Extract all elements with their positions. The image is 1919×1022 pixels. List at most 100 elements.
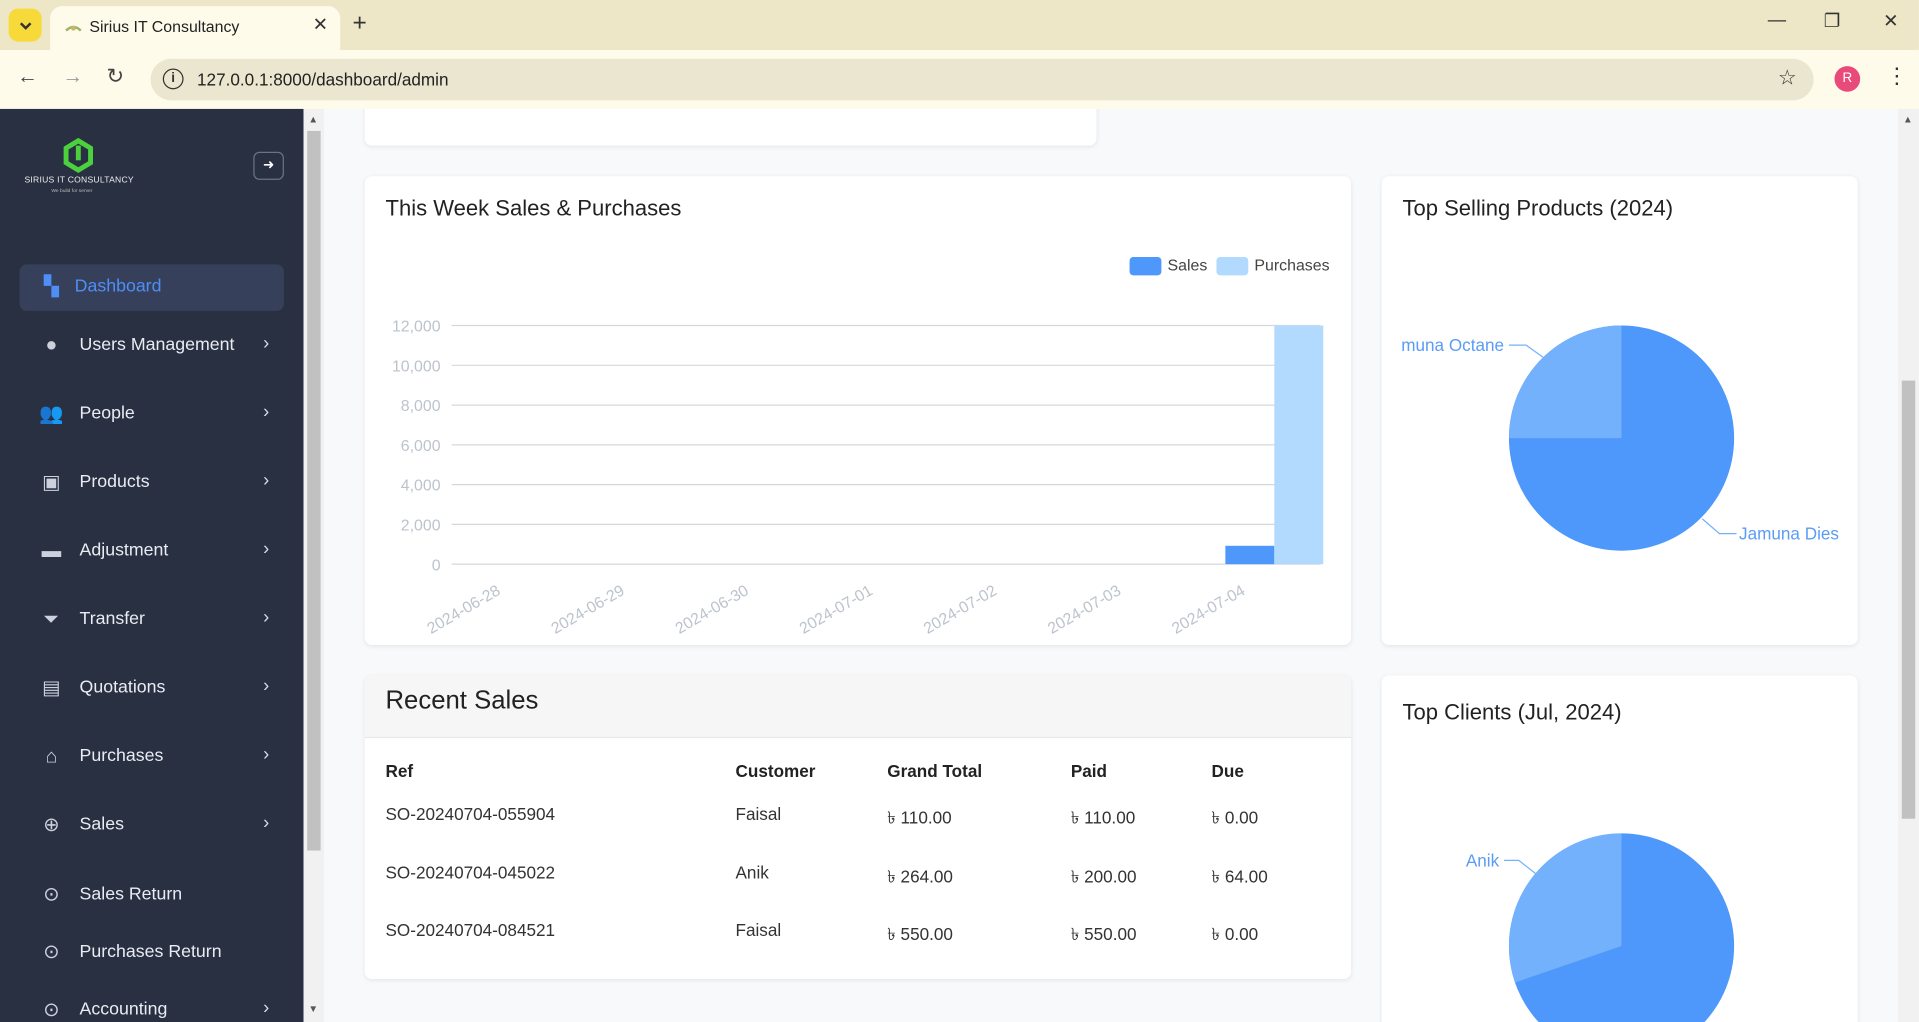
table-cell: Faisal bbox=[735, 920, 782, 940]
recent-sales-title: Recent Sales bbox=[385, 686, 539, 715]
table-cell: Faisal bbox=[735, 804, 782, 824]
sidebar-item-sales[interactable]: ⊕ Sales › bbox=[20, 803, 284, 850]
table-cell: ৳ 200.00 bbox=[1070, 866, 1137, 887]
browser-tab[interactable]: Sirius IT Consultancy ✕ bbox=[50, 6, 341, 51]
column-header: Ref bbox=[385, 761, 414, 781]
favicon-icon bbox=[65, 25, 82, 32]
week-sales-chart: 0 2,000 4,000 6,000 8,000 10,000 12,000 2024-06… bbox=[392, 319, 1324, 638]
chevron-right-icon: › bbox=[263, 332, 270, 354]
products-icon: ▣ bbox=[42, 472, 61, 494]
y-tick-label: 2,000 bbox=[401, 518, 441, 535]
sidebar-item-label: Accounting bbox=[79, 999, 168, 1020]
tab-bar: Sirius IT Consultancy ✕ + — ❐ ✕ bbox=[0, 0, 1919, 51]
table-cell: ৳ 0.00 bbox=[1211, 807, 1259, 828]
new-tab-icon[interactable]: + bbox=[352, 10, 366, 38]
sidebar-item-label: Quotations bbox=[79, 677, 166, 698]
scroll-down-icon[interactable]: ▼ bbox=[308, 1004, 318, 1015]
x-tick-label: 2024-06-30 bbox=[673, 582, 752, 637]
tab-title: Sirius IT Consultancy bbox=[89, 17, 240, 36]
chevron-right-icon: › bbox=[263, 401, 270, 423]
column-header: Grand Total bbox=[887, 761, 983, 781]
clipboard-icon: ▤ bbox=[42, 677, 61, 699]
main-content: This Week Sales & Purchases Sales Purcha… bbox=[324, 108, 1899, 1022]
cart-icon: ⊕ bbox=[43, 815, 60, 836]
sidebar-scrollbar[interactable]: ▲ ▼ bbox=[303, 108, 325, 1022]
column-header: Customer bbox=[735, 761, 816, 781]
minimize-icon[interactable]: — bbox=[1759, 10, 1796, 31]
pie-slice[interactable] bbox=[1508, 325, 1622, 439]
dashboard-icon: ▚ bbox=[43, 276, 59, 298]
reload-icon[interactable]: ↻ bbox=[106, 65, 123, 89]
forward-icon[interactable]: → bbox=[62, 65, 83, 89]
recent-sales-header: Recent Sales bbox=[364, 675, 1352, 738]
transfer-icon: ⏷ bbox=[43, 609, 60, 631]
bar-sales[interactable] bbox=[1225, 545, 1275, 565]
chevron-right-icon: › bbox=[263, 469, 270, 491]
y-tick-label: 8,000 bbox=[401, 398, 441, 415]
sidebar-item-label: People bbox=[79, 403, 135, 424]
purchases-return-icon: ⊙ bbox=[43, 942, 60, 964]
sidebar-item-adjustment[interactable]: ▬ Adjustment › bbox=[20, 529, 284, 576]
x-tick-label: 2024-06-28 bbox=[425, 582, 504, 637]
x-tick-label: 2024-07-01 bbox=[797, 582, 876, 637]
adjustment-icon: ▬ bbox=[41, 540, 62, 562]
url-text: 127.0.0.1:8000/dashboard/admin bbox=[197, 69, 449, 90]
sidebar-item-purchases-return[interactable]: ⊙ Purchases Return bbox=[20, 930, 284, 977]
x-tick-label: 2024-07-02 bbox=[921, 582, 1000, 637]
back-icon[interactable]: ← bbox=[17, 65, 38, 89]
top-products-card: Top Selling Products (2024) Jamuna Dies m… bbox=[1381, 176, 1858, 645]
bookmark-star-icon[interactable]: ☆ bbox=[1778, 66, 1797, 90]
site-info-icon[interactable]: i bbox=[162, 68, 184, 90]
sidebar-item-purchases[interactable]: ⌂ Purchases › bbox=[20, 734, 284, 781]
scroll-up-icon[interactable]: ▲ bbox=[308, 114, 318, 125]
bar-purchases[interactable] bbox=[1274, 325, 1324, 565]
url-input[interactable]: i 127.0.0.1:8000/dashboard/admin ☆ bbox=[150, 58, 1814, 101]
profile-avatar[interactable]: R bbox=[1834, 66, 1861, 92]
sidebar-item-accounting[interactable]: ⊙ Accounting › bbox=[20, 988, 284, 1022]
sidebar-item-sales-return[interactable]: ⊙ Sales Return bbox=[20, 873, 284, 920]
browser-window: Sirius IT Consultancy ✕ + — ❐ ✕ ← → ↻ i … bbox=[0, 0, 1919, 1022]
sidebar-item-label: Purchases Return bbox=[79, 942, 222, 962]
sidebar: SIRIUS IT CONSULTANCY We build for serve… bbox=[0, 108, 304, 1022]
y-tick-label: 4,000 bbox=[401, 478, 441, 495]
page-scrollbar-thumb[interactable] bbox=[1901, 380, 1916, 819]
table-cell: ৳ 264.00 bbox=[887, 866, 953, 887]
column-header: Due bbox=[1211, 761, 1244, 781]
pie-label: Anik bbox=[1466, 850, 1500, 870]
close-window-icon[interactable]: ✕ bbox=[1872, 10, 1909, 32]
x-tick-label: 2024-07-03 bbox=[1045, 582, 1124, 637]
top-clients-card: Top Clients (Jul, 2024) Anik bbox=[1381, 675, 1858, 1022]
logo-text: SIRIUS IT CONSULTANCY bbox=[24, 176, 134, 185]
pie-leader-line bbox=[1701, 518, 1737, 535]
page-scroll-up-icon[interactable]: ▲ bbox=[1903, 114, 1913, 125]
week-sales-card: This Week Sales & Purchases Sales Purcha… bbox=[364, 176, 1352, 645]
accounting-icon: ⊙ bbox=[43, 999, 60, 1021]
sales-return-icon: ⊙ bbox=[43, 884, 60, 906]
table-cell: ৳ 110.00 bbox=[887, 807, 952, 828]
chevron-down-icon bbox=[19, 21, 31, 30]
scrollbar-thumb[interactable] bbox=[307, 130, 321, 851]
sidebar-item-people[interactable]: 👥 People › bbox=[20, 392, 284, 439]
page-scrollbar[interactable]: ▲ bbox=[1898, 108, 1919, 1022]
y-tick-label: 12,000 bbox=[392, 319, 441, 336]
sidebar-item-transfer[interactable]: ⏷ Transfer › bbox=[20, 597, 284, 644]
sidebar-item-users-management[interactable]: ● Users Management › bbox=[20, 323, 284, 370]
sidebar-item-label: Transfer bbox=[79, 609, 145, 630]
sidebar-item-quotations[interactable]: ▤ Quotations › bbox=[20, 666, 284, 713]
table-cell: SO-20240704-084521 bbox=[385, 920, 556, 940]
y-tick-label: 10,000 bbox=[392, 358, 441, 375]
y-tick-label: 0 bbox=[432, 557, 441, 574]
tab-search-button[interactable] bbox=[8, 8, 42, 42]
table-cell: SO-20240704-055904 bbox=[385, 804, 556, 824]
table-cell: ৳ 0.00 bbox=[1211, 923, 1259, 944]
logo-tagline: We build for server bbox=[51, 187, 93, 194]
sidebar-item-products[interactable]: ▣ Products › bbox=[20, 460, 284, 507]
pie-label: Jamuna Dies bbox=[1739, 524, 1839, 544]
browser-menu-icon[interactable]: ⋮ bbox=[1886, 64, 1908, 90]
close-tab-icon[interactable]: ✕ bbox=[313, 13, 328, 36]
table-cell: ৳ 550.00 bbox=[1070, 923, 1137, 944]
restore-icon[interactable]: ❐ bbox=[1814, 10, 1851, 32]
sidebar-collapse-button[interactable]: ➜ bbox=[253, 151, 284, 180]
address-bar: ← → ↻ i 127.0.0.1:8000/dashboard/admin ☆… bbox=[0, 50, 1919, 109]
sidebar-item-dashboard[interactable]: ▚ Dashboard bbox=[19, 264, 284, 311]
